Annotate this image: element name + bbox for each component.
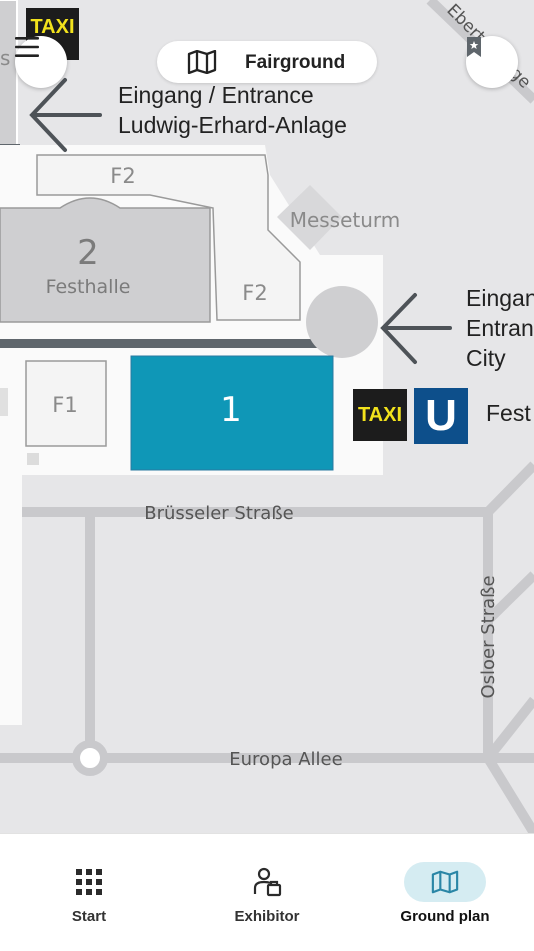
nav-item-start[interactable]: Start <box>0 834 178 951</box>
walkway <box>0 339 340 348</box>
bookmark-icon <box>467 37 481 57</box>
hall-1-label: 1 <box>220 390 242 430</box>
entrance-ludwig-line1: Eingang / Entrance <box>118 82 314 108</box>
small-kiosk-left <box>0 388 8 416</box>
europa-allee-label: Europa Allee <box>229 749 342 770</box>
osloer-strasse-label: Osloer Straße <box>478 575 499 698</box>
nav-item-ground-plan[interactable]: Ground plan <box>356 834 534 951</box>
entrance-ludwig-label: Eingang / Entrance Ludwig-Erhard-Anlage <box>118 80 347 140</box>
nav-item-exhibitor[interactable]: Exhibitor <box>178 834 356 951</box>
small-kiosk <box>27 453 39 465</box>
bruesseler-strasse-label: Brüsseler Straße <box>144 503 294 524</box>
festhalle-label: Festhalle <box>46 276 131 298</box>
exhibitor-icon <box>253 867 282 897</box>
bottom-navigation: Start Exhibitor Ground plan <box>0 833 534 951</box>
entrance-city-line2: Entrance <box>466 315 534 341</box>
left-building-label: s <box>0 46 10 70</box>
map-icon <box>431 870 459 894</box>
nav-label-start: Start <box>71 908 107 925</box>
nav-icon-container-active <box>404 862 486 902</box>
nav-icon-container <box>48 862 130 902</box>
hamburger-menu-icon <box>15 37 39 57</box>
taxi-label: TAXI <box>357 403 403 426</box>
f2-bottom-label: F2 <box>242 281 267 305</box>
grid-icon <box>76 869 102 895</box>
fairground-map[interactable]: F2 2 Festhalle F2 Messeturm F1 1 s Brüss… <box>0 0 534 833</box>
entrance-city-label: Eingang Entrance City <box>466 283 534 373</box>
roundabout <box>72 740 108 776</box>
map-icon <box>187 50 217 74</box>
festhalle-station-label: Fest <box>486 400 531 426</box>
page-title: Fairground <box>245 52 346 73</box>
left-building <box>0 0 18 151</box>
title-pill[interactable]: Fairground <box>157 41 377 83</box>
entrance-city-line3: City <box>466 345 506 371</box>
nav-icon-container <box>226 862 308 902</box>
menu-button[interactable] <box>15 36 67 88</box>
bookmark-button[interactable] <box>466 36 518 88</box>
f2-top-label: F2 <box>110 164 135 188</box>
hall-2-label: 2 <box>77 233 99 273</box>
festhalle-building <box>0 197 211 323</box>
round-building <box>306 286 378 358</box>
entrance-ludwig-line2: Ludwig-Erhard-Anlage <box>118 112 347 138</box>
f1-label: F1 <box>52 393 77 417</box>
entrance-city-line1: Eingang <box>466 285 534 311</box>
taxi-stand-city: TAXI <box>353 389 407 441</box>
nav-label-exhibitor: Exhibitor <box>234 908 300 925</box>
nav-label-ground-plan: Ground plan <box>400 908 490 925</box>
ubahn-label: U <box>425 391 457 440</box>
messeturm-label: Messeturm <box>290 208 401 232</box>
ubahn-station-icon: U <box>414 388 468 444</box>
